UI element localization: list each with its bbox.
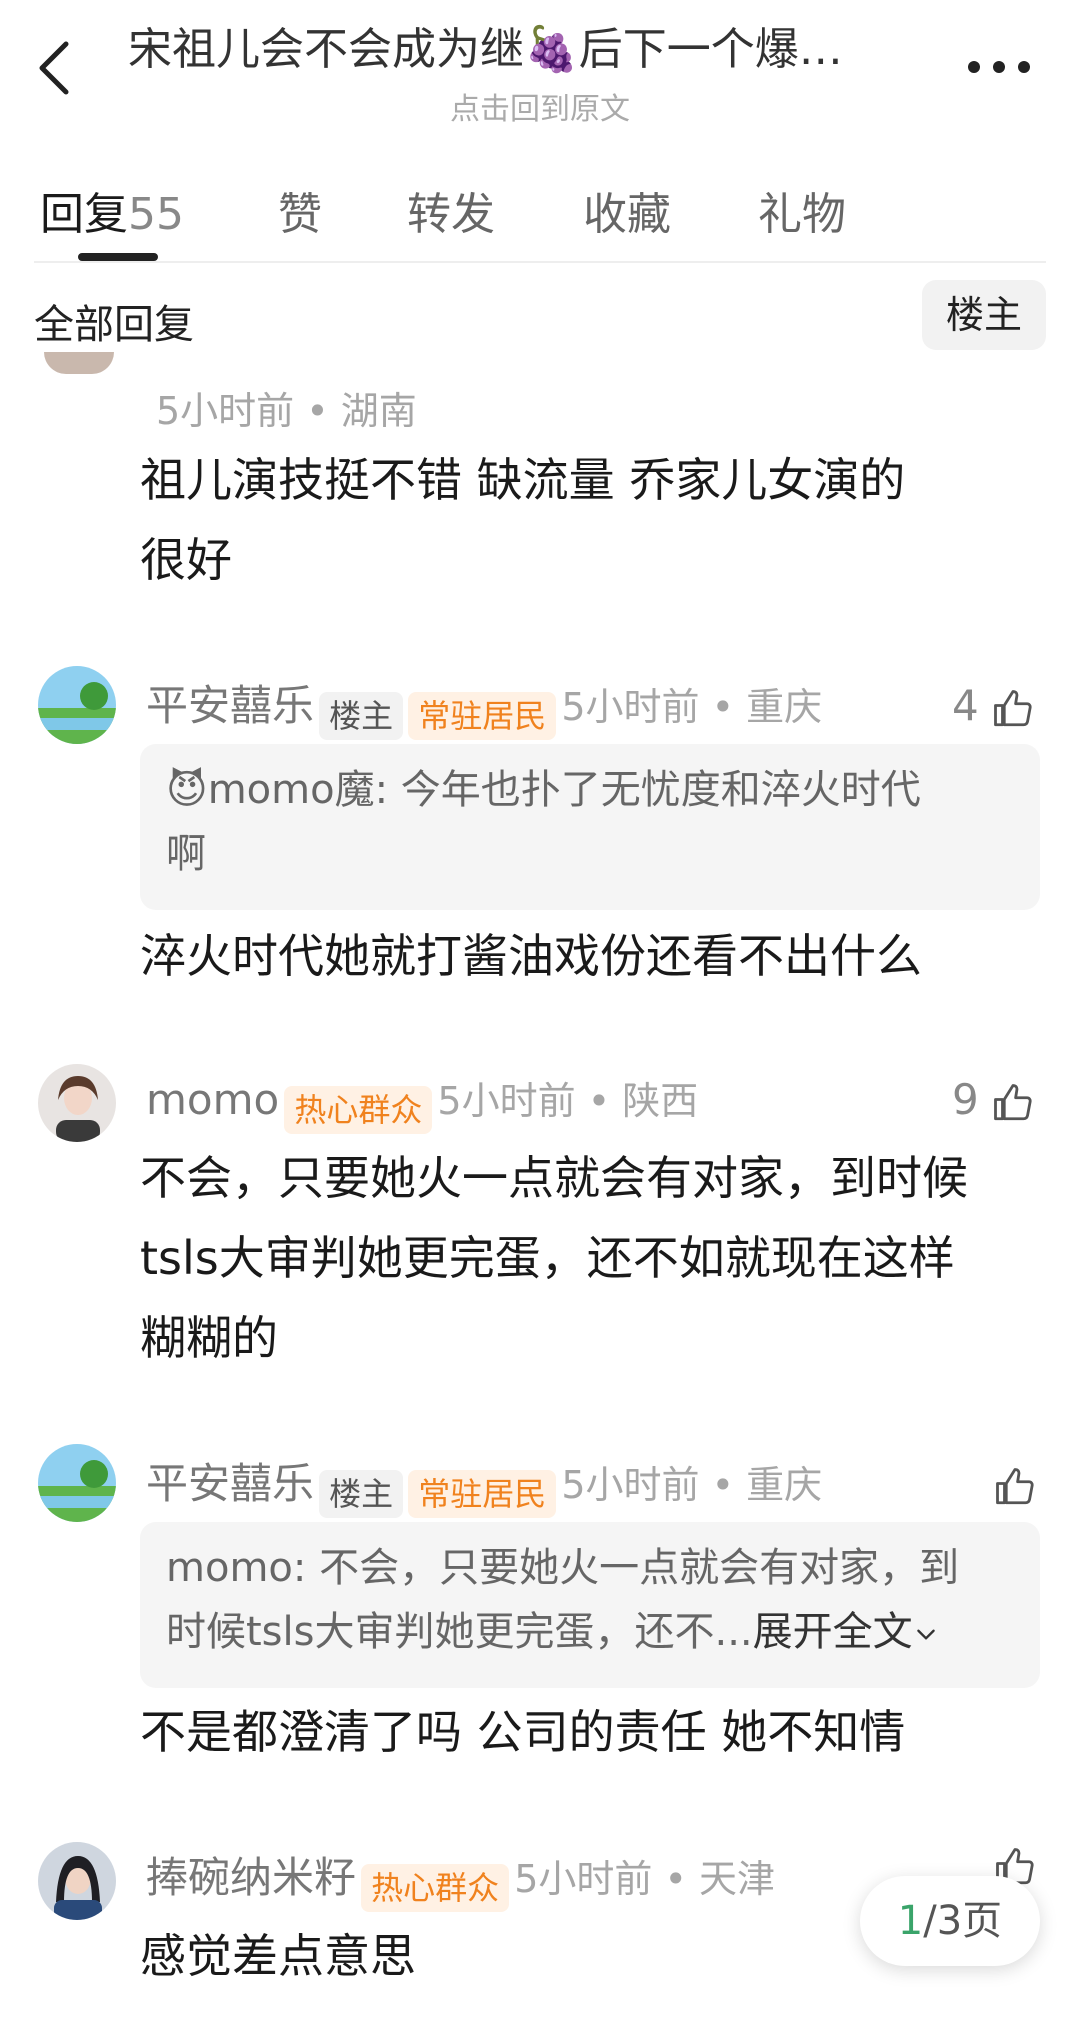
quoted-text-line: : 不会，只要她火一点就会有对家，到 — [292, 1545, 960, 1591]
tab-reposts[interactable]: 转发 — [407, 178, 495, 242]
like-button[interactable] — [994, 1452, 1036, 1516]
thumbs-up-icon — [996, 1467, 1034, 1504]
avatar[interactable] — [38, 1444, 116, 1522]
page-indicator-button[interactable]: 1/3页 — [860, 1876, 1040, 1966]
comment-time: 5小时前 — [514, 1857, 653, 1901]
tab-gifts[interactable]: 礼物 — [758, 178, 846, 242]
tab-replies-count: 55 — [128, 189, 184, 240]
username[interactable]: 平安囍乐 — [146, 1459, 314, 1508]
quoted-username: momo — [166, 1545, 293, 1591]
user-badge: 常驻居民 — [408, 691, 557, 740]
op-only-filter-button[interactable]: 楼主 — [922, 280, 1046, 350]
like-button[interactable]: 9 — [952, 1068, 1034, 1132]
quoted-text-line: 啊 — [166, 831, 206, 877]
tab-likes[interactable]: 赞 — [278, 178, 322, 242]
username[interactable]: 平安囍乐 — [146, 681, 314, 730]
comment-text: 不是都澄清了吗 公司的责任 她不知情 — [140, 1705, 906, 1759]
current-page: 1 — [897, 1898, 924, 1944]
thumbs-up-icon — [994, 689, 1032, 726]
op-badge: 楼主 — [319, 691, 404, 740]
avatar[interactable] — [38, 1842, 116, 1920]
comment-text-line: 祖儿演技挺不错 缺流量 乔家儿女演的 — [140, 453, 906, 507]
expand-full-text-link[interactable]: 展开全文 — [753, 1609, 939, 1655]
tab-replies[interactable]: 回复55 — [40, 178, 184, 242]
comment-text-line: 很好 — [140, 533, 232, 587]
divider — [34, 261, 1046, 263]
quoted-text-line: 时候tsls大审判她更完蛋，还不... — [166, 1609, 753, 1655]
tab-replies-label: 回复 — [40, 189, 128, 240]
comment-location: 天津 — [698, 1857, 775, 1901]
quoted-text-line: : 今年也扑了无忧度和淬火时代 — [374, 767, 921, 813]
tab-bar: 回复55 赞 转发 收藏 礼物 — [0, 160, 1080, 260]
comment-header: momo 热心群众 5小时前 • 陕西 — [146, 1068, 699, 1134]
quoted-reply[interactable]: momo: 不会，只要她火一点就会有对家，到 时候tsls大审判她更完蛋，还不.… — [140, 1522, 1040, 1688]
user-badge: 热心群众 — [284, 1085, 433, 1134]
comment-header: 平安囍乐 楼主 常驻居民 5小时前 • 重庆 — [146, 1452, 823, 1518]
more-options-icon[interactable] — [964, 52, 1034, 82]
top-bar: 宋祖儿会不会成为继🍇后下一个爆… 点击回到原文 — [0, 0, 1080, 130]
comment-text: 祖儿演技挺不错 缺流量 乔家儿女演的 很好 — [140, 440, 1040, 600]
back-to-original-link[interactable]: 点击回到原文 — [0, 84, 1080, 128]
comment-text: 淬火时代她就打酱油戏份还看不出什么 — [140, 929, 922, 983]
username[interactable]: momo — [146, 1075, 279, 1124]
post-title[interactable]: 宋祖儿会不会成为继🍇后下一个爆… — [128, 18, 928, 82]
total-pages: /3页 — [923, 1898, 1003, 1944]
op-badge: 楼主 — [319, 1469, 404, 1518]
expand-label: 展开全文 — [752, 1609, 913, 1655]
comment-time: 5小时前 — [561, 685, 700, 729]
user-badge: 热心群众 — [361, 1863, 510, 1912]
like-count: 4 — [952, 681, 979, 730]
thumbs-up-icon — [994, 1083, 1032, 1120]
like-count: 9 — [952, 1075, 979, 1124]
all-replies-label: 全部回复 — [34, 302, 194, 348]
comment-text: 不会，只要她火一点就会有对家，到时候 tsls大审判她更完蛋，还不如就现在这样 … — [140, 1138, 1060, 1378]
avatar[interactable] — [44, 352, 114, 374]
active-tab-indicator — [78, 253, 158, 261]
comment-text: 感觉差点意思 — [140, 1929, 416, 1983]
comment-location: 重庆 — [746, 685, 823, 729]
avatar[interactable] — [38, 1064, 116, 1142]
username[interactable]: 捧碗纳米籽 — [146, 1853, 356, 1902]
comment-meta: 5小时前 • 湖南 — [156, 389, 417, 433]
comment-text-line: 糊糊的 — [140, 1311, 278, 1365]
comment-location: 陕西 — [622, 1079, 699, 1123]
comment-text-line: 不会，只要她火一点就会有对家，到时候 — [140, 1151, 968, 1205]
quoted-reply[interactable]: 😈momo魔: 今年也扑了无忧度和淬火时代 啊 — [140, 744, 1040, 910]
angry-devil-emoji-icon: 😈 — [166, 767, 208, 813]
quoted-reply-text: momo: 不会，只要她火一点就会有对家，到 时候tsls大审判她更完蛋，还不.… — [166, 1536, 1016, 1664]
tab-favorites[interactable]: 收藏 — [583, 178, 671, 242]
comment-time: 5小时前 — [156, 389, 295, 433]
comment-header: 捧碗纳米籽 热心群众 5小时前 • 天津 — [146, 1846, 775, 1912]
comment-header: 平安囍乐 楼主 常驻居民 5小时前 • 重庆 — [146, 674, 823, 740]
comment-location: 湖南 — [340, 389, 417, 433]
comment-location: 重庆 — [746, 1463, 823, 1507]
comment-text-line: tsls大审判她更完蛋，还不如就现在这样 — [140, 1231, 955, 1285]
comment-time: 5小时前 — [561, 1463, 700, 1507]
quoted-reply-text: 😈momo魔: 今年也扑了无忧度和淬火时代 啊 — [166, 758, 1016, 886]
like-button[interactable]: 4 — [952, 674, 1034, 738]
user-badge: 常驻居民 — [408, 1469, 557, 1518]
quoted-username: momo魔 — [207, 767, 375, 813]
avatar[interactable] — [38, 666, 116, 744]
chevron-down-icon — [916, 1629, 935, 1640]
comment-time: 5小时前 — [437, 1079, 576, 1123]
